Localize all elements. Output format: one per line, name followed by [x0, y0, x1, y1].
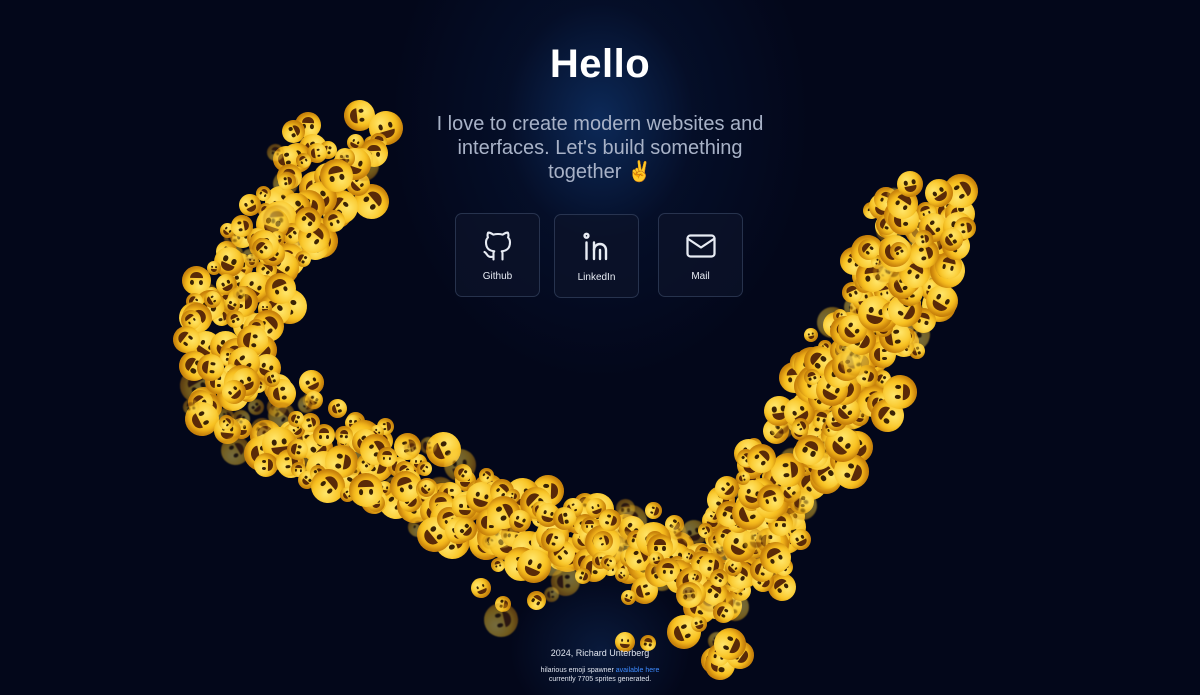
emoji-swarm — [0, 0, 1200, 695]
footer-copyright: 2024, Richard Unterberg — [550, 648, 650, 658]
hero-subtitle: I love to create modern websites and int… — [436, 113, 764, 183]
sprites-count-text: currently 7705 sprites generated. — [548, 676, 652, 683]
emoji-sprite — [679, 583, 698, 601]
emoji-sprite — [802, 327, 820, 344]
footer-spawner-note: hilarious emoji spawner available here c… — [400, 666, 800, 684]
spawner-link[interactable]: available here — [616, 667, 660, 674]
mail-icon — [685, 234, 716, 258]
github-icon — [482, 231, 511, 261]
mail-label: Mail — [691, 271, 710, 282]
mail-link-button[interactable]: Mail — [658, 213, 743, 297]
linkedin-label: LinkedIn — [577, 272, 616, 283]
emoji-sprite — [253, 453, 279, 478]
linkedin-icon — [582, 232, 607, 261]
page-stage: Hello I love to create modern websites a… — [0, 0, 1200, 695]
github-label: Github — [482, 271, 513, 282]
linkedin-link-button[interactable]: LinkedIn — [554, 214, 639, 298]
footer: 2024, Richard Unterberg hilarious emoji … — [400, 648, 800, 684]
emoji-sprite — [480, 599, 522, 641]
spawner-text: hilarious emoji spawner — [540, 667, 614, 674]
page-title: Hello — [549, 42, 651, 86]
social-links: Github LinkedIn Mail — [455, 213, 745, 299]
github-link-button[interactable]: Github — [455, 213, 540, 297]
emoji-sprite — [467, 574, 495, 601]
